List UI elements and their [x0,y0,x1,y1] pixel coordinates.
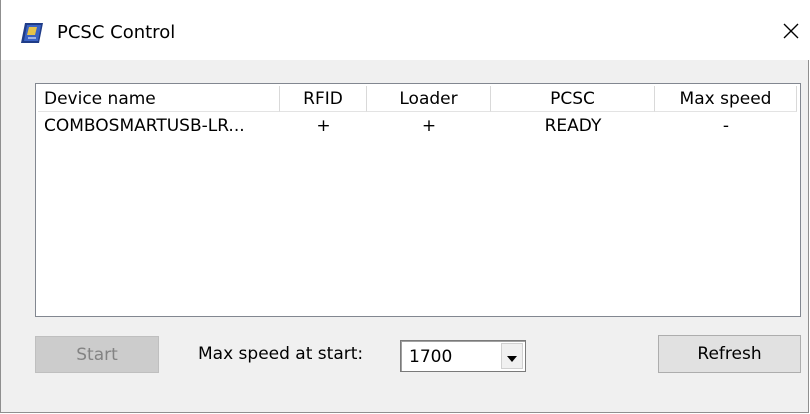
device-list[interactable]: Device name RFID Loader PCSC Max speed C… [35,83,801,317]
column-header-label: Max speed [679,89,772,109]
column-header-label: Loader [399,89,458,109]
rfid-cell: + [316,116,331,136]
column-header-rfid[interactable]: RFID [280,86,367,112]
max-speed-label: Max speed at start: [198,344,364,364]
max-speed-select[interactable]: 1700 [400,340,526,372]
column-header-pcsc[interactable]: PCSC [491,86,655,112]
column-header-max-speed[interactable]: Max speed [655,86,797,112]
column-header-loader[interactable]: Loader [367,86,491,112]
card-reader-icon [19,22,45,44]
pcsc-control-window: PCSC Control Device name RFID Loader PCS… [0,0,810,413]
start-button[interactable]: Start [35,336,159,373]
list-header: Device name RFID Loader PCSC Max speed [38,86,798,112]
window-title: PCSC Control [57,22,176,43]
column-header-label: PCSC [550,89,595,109]
chevron-down-icon [507,347,517,366]
title-bar[interactable]: PCSC Control [1,0,810,60]
dropdown-button[interactable] [501,343,523,369]
table-row[interactable]: COMBOSMARTUSB-LR... + + READY - [38,114,798,138]
close-icon [783,23,799,43]
loader-cell: + [421,116,437,136]
refresh-button[interactable]: Refresh [658,335,801,373]
column-header-device-name[interactable]: Device name [38,86,280,112]
pcsc-status-cell: READY [544,116,602,136]
column-header-label: Device name [44,89,156,109]
close-button[interactable] [773,16,809,50]
device-name-cell: COMBOSMARTUSB-LR... [44,116,245,136]
column-header-label: RFID [303,89,343,109]
max-speed-value: 1700 [409,347,453,367]
max-speed-cell: - [722,116,730,136]
